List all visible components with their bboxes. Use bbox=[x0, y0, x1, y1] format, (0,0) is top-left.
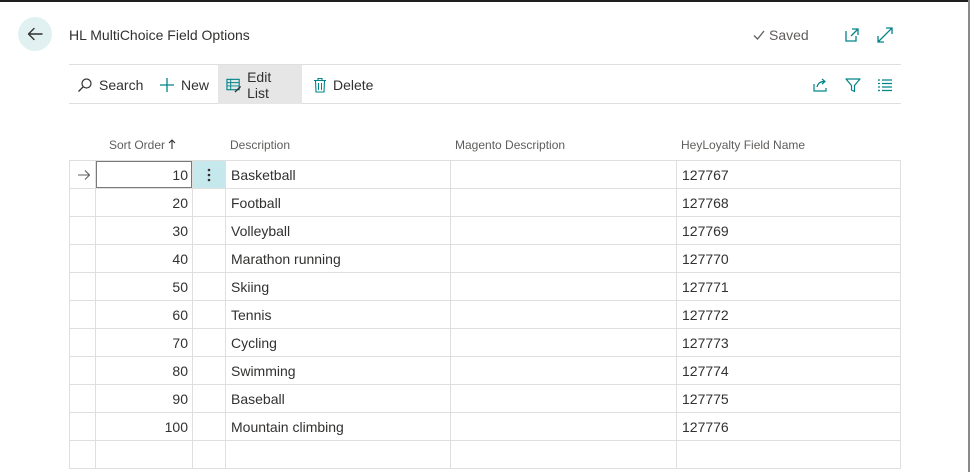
heyloyalty-field-name-cell[interactable]: 127774 bbox=[682, 357, 896, 384]
table-row[interactable]: 80 Swimming 127774 bbox=[70, 357, 900, 385]
table-row[interactable]: 70 Cycling 127773 bbox=[70, 329, 900, 357]
back-arrow-icon bbox=[27, 27, 43, 41]
magento-description-cell[interactable] bbox=[456, 441, 672, 468]
heyloyalty-field-name-cell[interactable]: 127772 bbox=[682, 301, 896, 328]
column-header-sort-order[interactable]: Sort Order bbox=[109, 138, 176, 152]
table-row[interactable]: 90 Baseball 127775 bbox=[70, 385, 900, 413]
sort-order-cell[interactable]: 50 bbox=[96, 273, 188, 300]
magento-description-cell[interactable] bbox=[456, 329, 672, 356]
magento-description-cell[interactable] bbox=[456, 189, 672, 216]
heyloyalty-field-name-cell[interactable]: 127768 bbox=[682, 189, 896, 216]
column-header-sort-order-label: Sort Order bbox=[109, 138, 166, 152]
sort-order-cell[interactable]: 60 bbox=[96, 301, 188, 328]
back-button[interactable] bbox=[18, 17, 52, 51]
heyloyalty-field-name-cell[interactable]: 127771 bbox=[682, 273, 896, 300]
table-row[interactable]: 100 Mountain climbing 127776 bbox=[70, 413, 900, 441]
table-row[interactable]: 30 Volleyball 127769 bbox=[70, 217, 900, 245]
open-in-new-window-icon bbox=[845, 28, 859, 42]
sort-ascending-icon bbox=[168, 139, 176, 149]
magento-description-cell[interactable] bbox=[456, 273, 672, 300]
expand-button[interactable] bbox=[875, 25, 895, 45]
heyloyalty-field-name-cell[interactable]: 127767 bbox=[682, 161, 896, 188]
window-top-border bbox=[0, 0, 970, 2]
page-title: HL MultiChoice Field Options bbox=[69, 27, 250, 43]
magento-description-cell[interactable] bbox=[456, 161, 672, 188]
table-row[interactable]: 40 Marathon running 127770 bbox=[70, 245, 900, 273]
magento-description-cell[interactable] bbox=[456, 301, 672, 328]
column-header-heyloyalty-field-name[interactable]: HeyLoyalty Field Name bbox=[681, 138, 805, 152]
saved-label: Saved bbox=[769, 27, 809, 43]
heyloyalty-field-name-cell[interactable]: 127769 bbox=[682, 217, 896, 244]
sort-order-cell[interactable]: 80 bbox=[96, 357, 188, 384]
description-cell[interactable] bbox=[231, 441, 446, 468]
sort-order-cell[interactable]: 20 bbox=[96, 189, 188, 216]
table-row[interactable] bbox=[70, 441, 900, 469]
current-row-arrow-icon bbox=[74, 161, 94, 188]
table-row[interactable]: 60 Tennis 127772 bbox=[70, 301, 900, 329]
delete-label: Delete bbox=[333, 76, 374, 93]
checkmark-icon bbox=[753, 30, 765, 40]
sort-order-cell[interactable]: 100 bbox=[96, 413, 188, 440]
trash-icon bbox=[314, 77, 326, 93]
description-cell[interactable]: Tennis bbox=[231, 301, 446, 328]
column-header-magento-description[interactable]: Magento Description bbox=[455, 138, 565, 152]
delete-button[interactable]: Delete bbox=[305, 65, 381, 104]
search-button[interactable]: Search bbox=[69, 65, 151, 104]
sort-order-cell[interactable]: 90 bbox=[96, 385, 188, 412]
sort-order-cell[interactable]: 70 bbox=[96, 329, 188, 356]
sort-order-cell[interactable]: 10 bbox=[96, 161, 188, 188]
heyloyalty-field-name-cell[interactable]: 127776 bbox=[682, 413, 896, 440]
open-in-new-window-button[interactable] bbox=[842, 25, 862, 45]
table-row[interactable]: 10 Basketball 127767 bbox=[70, 161, 900, 189]
heyloyalty-field-name-cell[interactable] bbox=[682, 441, 896, 468]
description-cell[interactable]: Swimming bbox=[231, 357, 446, 384]
description-cell[interactable]: Marathon running bbox=[231, 245, 446, 272]
sort-order-cell[interactable] bbox=[96, 441, 188, 468]
edit-list-icon bbox=[226, 78, 242, 93]
heyloyalty-field-name-cell[interactable]: 127773 bbox=[682, 329, 896, 356]
description-cell[interactable]: Cycling bbox=[231, 329, 446, 356]
table-row[interactable]: 20 Football 127768 bbox=[70, 189, 900, 217]
description-cell[interactable]: Volleyball bbox=[231, 217, 446, 244]
row-actions-menu-button[interactable] bbox=[193, 161, 225, 188]
heyloyalty-field-name-cell[interactable]: 127770 bbox=[682, 245, 896, 272]
column-header-description[interactable]: Description bbox=[230, 138, 290, 152]
list-view-button[interactable] bbox=[875, 75, 895, 95]
search-icon bbox=[78, 77, 92, 92]
more-vertical-icon bbox=[207, 168, 211, 181]
heyloyalty-field-name-cell[interactable]: 127775 bbox=[682, 385, 896, 412]
filter-icon bbox=[845, 78, 861, 93]
description-cell[interactable]: Football bbox=[231, 189, 446, 216]
sort-order-cell[interactable]: 30 bbox=[96, 217, 188, 244]
magento-description-cell[interactable] bbox=[456, 385, 672, 412]
new-button[interactable]: New bbox=[151, 65, 217, 104]
list-view-icon bbox=[878, 79, 892, 92]
search-label: Search bbox=[99, 76, 144, 93]
description-cell[interactable]: Baseball bbox=[231, 385, 446, 412]
filter-button[interactable] bbox=[843, 75, 863, 95]
options-grid: 10 Basketball 127767 20 Football 127768 30 Voll… bbox=[69, 160, 901, 469]
expand-icon bbox=[877, 27, 893, 43]
description-cell[interactable]: Basketball bbox=[231, 161, 446, 188]
table-row[interactable]: 50 Skiing 127771 bbox=[70, 273, 900, 301]
description-cell[interactable]: Skiing bbox=[231, 273, 446, 300]
plus-icon bbox=[160, 77, 174, 92]
edit-list-label: Edit List bbox=[247, 68, 272, 101]
edit-list-button[interactable]: Edit List bbox=[218, 65, 302, 104]
share-icon bbox=[813, 78, 827, 92]
action-toolbar: Search New Edit List Delete bbox=[69, 64, 901, 104]
magento-description-cell[interactable] bbox=[456, 413, 672, 440]
saved-status: Saved bbox=[752, 27, 809, 43]
sort-order-cell[interactable]: 40 bbox=[96, 245, 188, 272]
magento-description-cell[interactable] bbox=[456, 245, 672, 272]
description-cell[interactable]: Mountain climbing bbox=[231, 413, 446, 440]
share-button[interactable] bbox=[811, 75, 831, 95]
magento-description-cell[interactable] bbox=[456, 357, 672, 384]
magento-description-cell[interactable] bbox=[456, 217, 672, 244]
new-label: New bbox=[181, 76, 210, 93]
